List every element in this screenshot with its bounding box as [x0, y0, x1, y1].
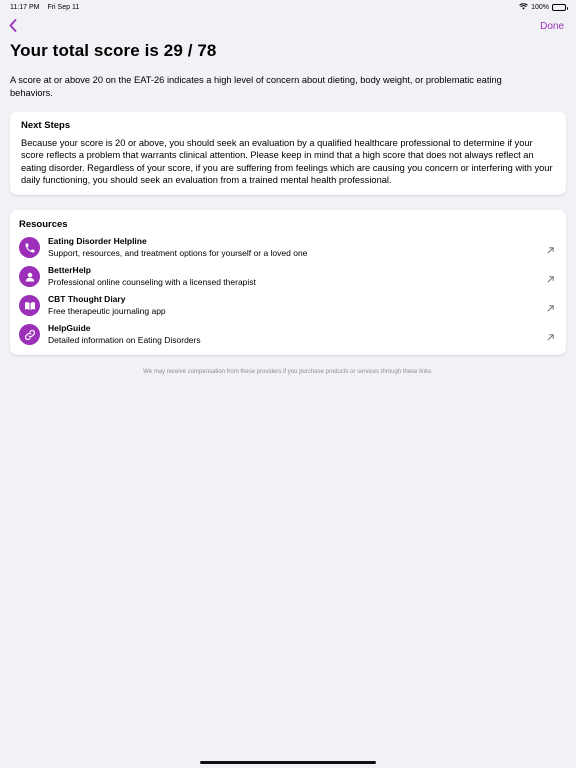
results-screen: 11:17 PM Fri Sep 11 100% Done Your total… — [0, 0, 576, 768]
external-link-icon — [546, 300, 555, 312]
resource-description: Support, resources, and treatment option… — [48, 248, 308, 258]
resource-betterhelp[interactable]: BetterHelp Professional online counselin… — [19, 262, 557, 291]
status-date: Fri Sep 11 — [47, 3, 80, 11]
resource-description: Free therapeutic journaling app — [48, 306, 166, 316]
resource-title: HelpGuide — [48, 323, 91, 333]
book-icon — [19, 295, 40, 316]
chevron-left-icon — [9, 19, 17, 37]
compensation-disclaimer: We may receive compensation from these p… — [143, 369, 433, 375]
external-link-icon — [546, 271, 555, 283]
done-button[interactable]: Done — [540, 21, 564, 32]
resources-card: Resources Eating Disorder Helpline Suppo… — [10, 210, 566, 355]
wifi-icon — [519, 2, 528, 12]
person-icon — [19, 266, 40, 287]
resource-title: CBT Thought Diary — [48, 294, 126, 304]
resources-heading: Resources — [19, 219, 68, 230]
external-link-icon — [546, 329, 555, 341]
next-steps-heading: Next Steps — [21, 120, 71, 131]
status-bar: 11:17 PM Fri Sep 11 100% — [0, 0, 576, 14]
resource-description: Professional online counseling with a li… — [48, 277, 256, 287]
link-icon — [19, 324, 40, 345]
resource-eating-disorder-helpline[interactable]: Eating Disorder Helpline Support, resour… — [19, 233, 557, 262]
resource-description: Detailed information on Eating Disorders — [48, 335, 201, 345]
phone-icon — [19, 237, 40, 258]
score-explanation: A score at or above 20 on the EAT-26 ind… — [10, 75, 502, 98]
battery-percentage: 100% — [531, 3, 549, 11]
external-link-icon — [546, 242, 555, 254]
resource-title: BetterHelp — [48, 265, 91, 275]
next-steps-body: Because your score is 20 or above, you s… — [21, 138, 553, 185]
back-button[interactable] — [6, 19, 20, 37]
resource-cbt-thought-diary[interactable]: CBT Thought Diary Free therapeutic journ… — [19, 291, 557, 320]
navigation-bar: Done — [0, 18, 576, 38]
status-time: 11:17 PM — [10, 3, 40, 11]
page-title: Your total score is 29 / 78 — [10, 41, 217, 60]
next-steps-card: Next Steps Because your score is 20 or a… — [10, 112, 566, 195]
resource-title: Eating Disorder Helpline — [48, 236, 147, 246]
resource-helpguide[interactable]: HelpGuide Detailed information on Eating… — [19, 320, 557, 349]
home-indicator[interactable] — [200, 761, 376, 764]
battery-icon — [552, 3, 568, 11]
